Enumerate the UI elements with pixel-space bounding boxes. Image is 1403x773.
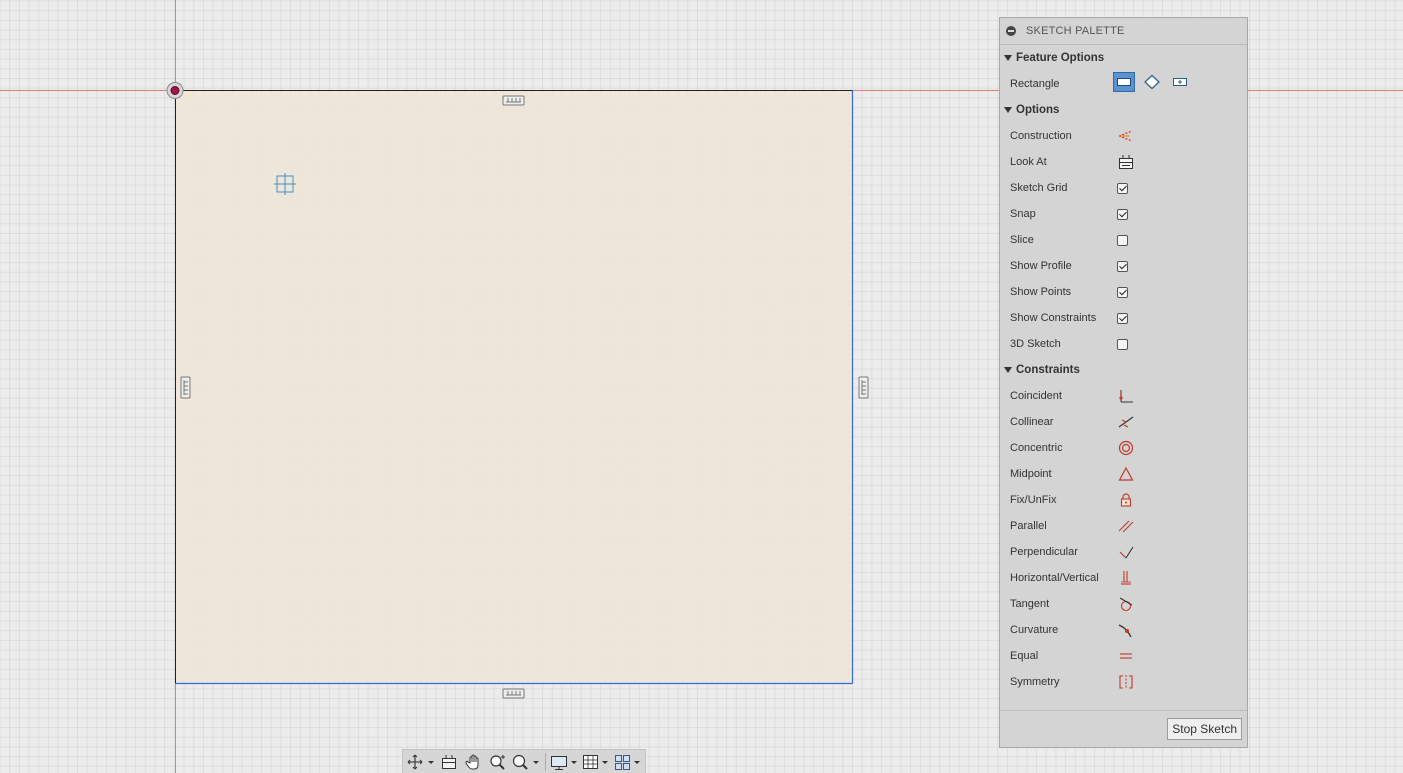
parallel-icon[interactable]: [1115, 516, 1137, 536]
constraint-label: Curvature: [1010, 624, 1059, 636]
navigation-toolbar: [402, 749, 646, 773]
horizontal-constraint-glyph[interactable]: [502, 688, 525, 699]
constraint-symmetry: Symmetry: [1000, 669, 1247, 695]
option-show-constraints: Show Constraints: [1000, 305, 1247, 331]
collinear-icon[interactable]: [1115, 412, 1137, 432]
lock-icon[interactable]: [1115, 490, 1137, 510]
constraint-perpendicular: Perpendicular: [1000, 539, 1247, 565]
show-points-checkbox[interactable]: [1117, 286, 1128, 298]
snap-checkbox[interactable]: [1117, 208, 1128, 220]
center-rectangle-icon[interactable]: [1169, 72, 1191, 92]
option-sketch-grid: Sketch Grid: [1000, 175, 1247, 201]
show-constraints-checkbox[interactable]: [1117, 312, 1128, 324]
option-construction: Construction: [1000, 123, 1247, 149]
option-label: Show Points: [1010, 286, 1072, 298]
constraint-tangent: Tangent: [1000, 591, 1247, 617]
origin-point[interactable]: [166, 82, 184, 99]
fit-icon[interactable]: [510, 751, 542, 773]
constraint-horizontal-vertical: Horizontal/Vertical: [1000, 565, 1247, 591]
option-look-at: Look At: [1000, 149, 1247, 175]
option-label: 3D Sketch: [1010, 338, 1061, 350]
constraint-fix-unfix: Fix/UnFix: [1000, 487, 1247, 513]
section-label: Feature Options: [1016, 52, 1105, 64]
palette-title-bar: SKETCH PALETTE: [1000, 18, 1247, 45]
constraint-label: Coincident: [1010, 390, 1062, 402]
2-point-rectangle-icon[interactable]: [1113, 72, 1135, 92]
toolbar-divider: [545, 752, 547, 771]
construction-icon[interactable]: [1115, 126, 1137, 146]
vertical-constraint-glyph[interactable]: [180, 376, 191, 399]
palette-title: SKETCH PALETTE: [1026, 25, 1125, 37]
look-at-icon[interactable]: [437, 751, 461, 773]
option-label: Construction: [1010, 130, 1072, 142]
chevron-down-icon: [1004, 367, 1012, 373]
rectangle-option-row: Rectangle: [1000, 71, 1247, 97]
perpendicular-icon[interactable]: [1115, 542, 1137, 562]
option-label: Slice: [1010, 234, 1034, 246]
constraint-parallel: Parallel: [1000, 513, 1247, 539]
chevron-down-icon: [1004, 55, 1012, 61]
crosshair-cursor-icon: [274, 173, 296, 195]
curvature-icon[interactable]: [1115, 620, 1137, 640]
pan-icon[interactable]: [461, 751, 485, 773]
constraint-curvature: Curvature: [1000, 617, 1247, 643]
palette-footer: Stop Sketch: [1000, 710, 1247, 747]
tangent-icon[interactable]: [1115, 594, 1137, 614]
constraint-label: Perpendicular: [1010, 546, 1078, 558]
constraint-label: Collinear: [1010, 416, 1054, 428]
option-label: Show Constraints: [1010, 312, 1097, 324]
3d-sketch-checkbox[interactable]: [1117, 338, 1128, 350]
constraint-collinear: Collinear: [1000, 409, 1247, 435]
midpoint-icon[interactable]: [1115, 464, 1137, 484]
equal-icon[interactable]: [1115, 646, 1137, 666]
zoom-icon[interactable]: [486, 751, 510, 773]
section-feature-options[interactable]: Feature Options: [1000, 45, 1247, 71]
option-label: Snap: [1010, 208, 1036, 220]
constraint-label: Symmetry: [1010, 676, 1060, 688]
constraint-label: Horizontal/Vertical: [1010, 572, 1099, 584]
constraint-concentric: Concentric: [1000, 435, 1247, 461]
viewports-icon[interactable]: [613, 751, 645, 773]
stop-sketch-button[interactable]: Stop Sketch: [1167, 718, 1242, 740]
vertical-constraint-glyph[interactable]: [858, 376, 869, 399]
option-label: Show Profile: [1010, 260, 1072, 272]
option-label: Sketch Grid: [1010, 182, 1068, 194]
option-show-points: Show Points: [1000, 279, 1247, 305]
look-at-icon[interactable]: [1115, 152, 1137, 172]
section-label: Constraints: [1016, 364, 1080, 376]
option-show-profile: Show Profile: [1000, 253, 1247, 279]
slice-checkbox[interactable]: [1117, 234, 1128, 246]
constraint-label: Parallel: [1010, 520, 1047, 532]
constraint-midpoint: Midpoint: [1000, 461, 1247, 487]
option-label: Look At: [1010, 156, 1047, 168]
horizontal-vertical-icon[interactable]: [1115, 568, 1137, 588]
option-3d-sketch: 3D Sketch: [1000, 331, 1247, 357]
constraint-label: Tangent: [1010, 598, 1050, 610]
section-options[interactable]: Options: [1000, 97, 1247, 123]
coincident-icon[interactable]: [1115, 386, 1137, 406]
grid-snap-icon[interactable]: [581, 751, 613, 773]
concentric-icon[interactable]: [1115, 438, 1137, 458]
constraint-coincident: Coincident: [1000, 383, 1247, 409]
constraint-label: Fix/UnFix: [1010, 494, 1057, 506]
section-label: Options: [1016, 104, 1060, 116]
option-snap: Snap: [1000, 201, 1247, 227]
chevron-down-icon: [1004, 107, 1012, 113]
display-settings-icon[interactable]: [549, 751, 581, 773]
constraint-equal: Equal: [1000, 643, 1247, 669]
constraint-label: Midpoint: [1010, 468, 1052, 480]
sketch-palette: SKETCH PALETTE Feature Options Rectangle…: [999, 17, 1248, 748]
sketch-grid-checkbox[interactable]: [1117, 182, 1128, 194]
show-profile-checkbox[interactable]: [1117, 260, 1128, 272]
option-slice: Slice: [1000, 227, 1247, 253]
rectangle-label: Rectangle: [1010, 78, 1060, 90]
symmetry-icon[interactable]: [1115, 672, 1137, 692]
constraint-label: Equal: [1010, 650, 1039, 662]
constraint-label: Concentric: [1010, 442, 1063, 454]
collapse-icon[interactable]: [1006, 26, 1016, 36]
horizontal-constraint-glyph[interactable]: [502, 95, 525, 106]
section-constraints[interactable]: Constraints: [1000, 357, 1247, 383]
3-point-rectangle-icon[interactable]: [1141, 72, 1163, 92]
orbit-icon[interactable]: [405, 751, 437, 773]
